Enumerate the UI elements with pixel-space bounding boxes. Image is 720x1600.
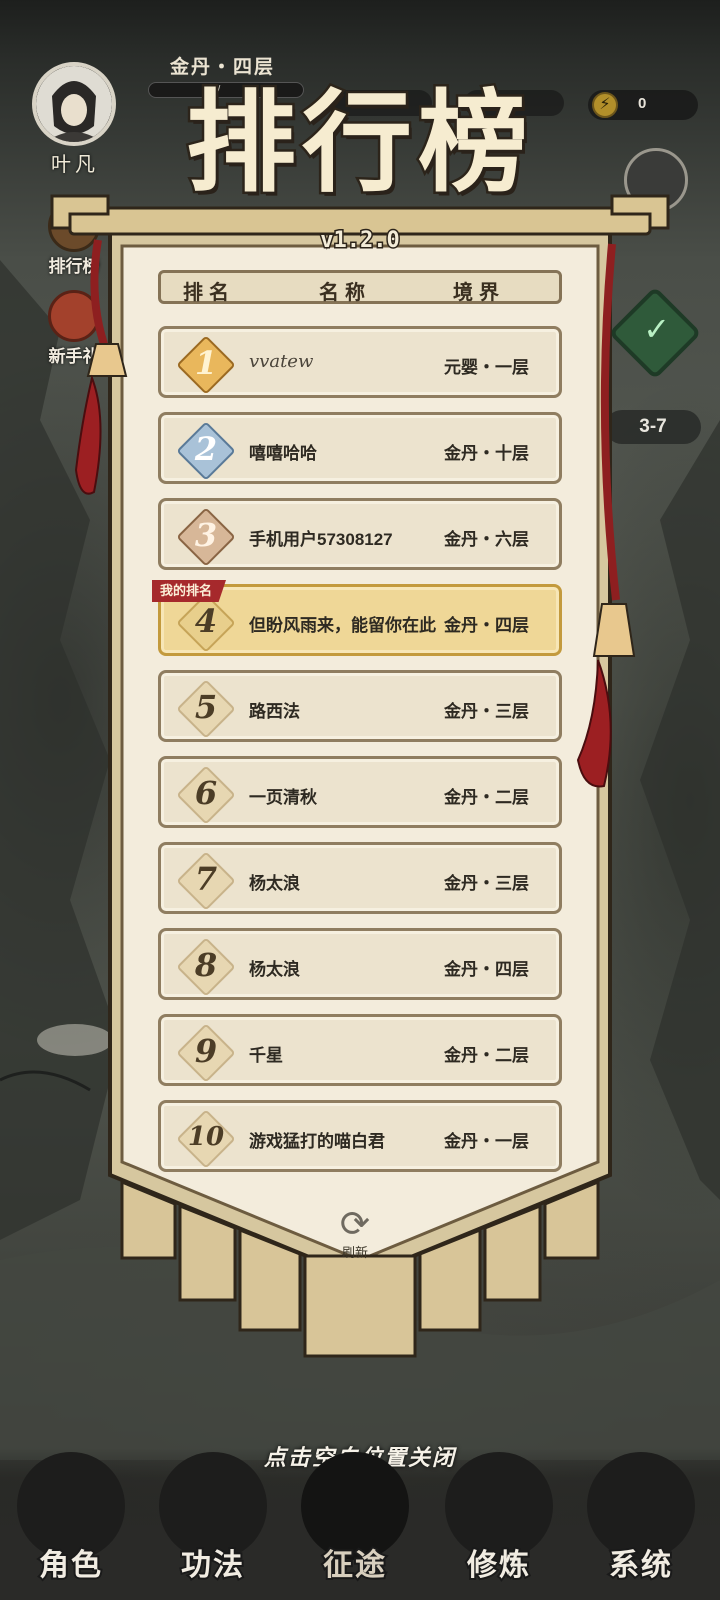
player-name: 游戏猛打的喵白君 (249, 1132, 385, 1151)
rank-number: 5 (194, 688, 218, 726)
rank-number: 2 (194, 430, 218, 468)
nav-label: 系统 (607, 1546, 673, 1585)
leaderboard-row[interactable]: 2 嘻嘻哈哈 金丹・十层 (158, 412, 562, 484)
nav-label: 修炼 (465, 1546, 531, 1585)
my-rank-tag: 我的排名 (152, 580, 227, 602)
player-realm: 金丹・四层 (444, 616, 529, 635)
player-name: 杨太浪 (249, 874, 300, 893)
leaderboard-row[interactable]: 3 手机用户57308127 金丹・六层 (158, 498, 562, 570)
player-name: 路西法 (249, 702, 300, 721)
leaderboard-row[interactable]: 9 千星 金丹・二层 (158, 1014, 562, 1086)
nav-system[interactable]: 系统 (576, 1452, 706, 1592)
player-name: 千星 (249, 1046, 283, 1065)
leaderboard-row[interactable]: 5 路西法 金丹・三层 (158, 670, 562, 742)
player-realm: 金丹・一层 (444, 1132, 529, 1151)
player-realm: 金丹・三层 (444, 874, 529, 893)
version-label: v1.2.0 (319, 227, 401, 255)
player-realm: 元婴・一层 (444, 358, 529, 377)
refresh-label: 刷新 (341, 1245, 368, 1260)
leaderboard-title: 排行榜 (184, 76, 534, 210)
nav-skills[interactable]: 功法 (148, 1452, 278, 1592)
rank-number: 9 (194, 1032, 218, 1070)
player-name: 嘻嘻哈哈 (249, 444, 317, 463)
player-realm: 金丹・十层 (444, 444, 529, 463)
player-name: 杨太浪 (249, 960, 300, 979)
player-name: 但盼风雨来，能留你在此 (249, 616, 436, 635)
column-name: 名称 (319, 280, 371, 304)
nav-label: 角色 (37, 1546, 103, 1585)
leaderboard-row[interactable]: 7 杨太浪 金丹・三层 (158, 842, 562, 914)
nav-label: 功法 (179, 1546, 245, 1585)
nav-label: 征途 (321, 1546, 387, 1585)
nav-cultivate[interactable]: 修炼 (434, 1452, 564, 1592)
refresh-icon: ⟳ (339, 1203, 371, 1244)
leaderboard-header: 排名 名称 境界 (158, 270, 562, 304)
rank-number: 1 (194, 344, 218, 382)
player-name: 手机用户57308127 (249, 530, 393, 549)
player-realm: 金丹・六层 (444, 530, 529, 549)
rank-number: 6 (194, 774, 218, 812)
rank-number: 4 (194, 602, 218, 640)
rank-number: 8 (194, 946, 218, 984)
player-name: vvatew (249, 351, 314, 372)
column-realm: 境界 (453, 280, 505, 304)
column-rank: 排名 (183, 280, 235, 304)
player-name: 一页清秋 (249, 788, 317, 807)
player-realm: 金丹・二层 (444, 1046, 529, 1065)
rank-number: 10 (187, 1122, 225, 1152)
leaderboard-row[interactable]: 6 一页清秋 金丹・二层 (158, 756, 562, 828)
refresh-button[interactable]: ⟳ 刷新 (330, 1206, 380, 1261)
rank-number: 7 (194, 860, 218, 898)
player-realm: 金丹・二层 (444, 788, 529, 807)
leaderboard-row[interactable]: 8 杨太浪 金丹・四层 (158, 928, 562, 1000)
nav-journey[interactable]: 征途 (290, 1452, 420, 1592)
rank-number: 3 (194, 516, 218, 554)
leaderboard-row[interactable]: 10 游戏猛打的喵白君 金丹・一层 (158, 1100, 562, 1172)
nav-character[interactable]: 角色 (6, 1452, 136, 1592)
player-realm: 金丹・三层 (444, 702, 529, 721)
leaderboard-row[interactable]: 1 vvatew 元婴・一层 (158, 326, 562, 398)
player-realm: 金丹・四层 (444, 960, 529, 979)
